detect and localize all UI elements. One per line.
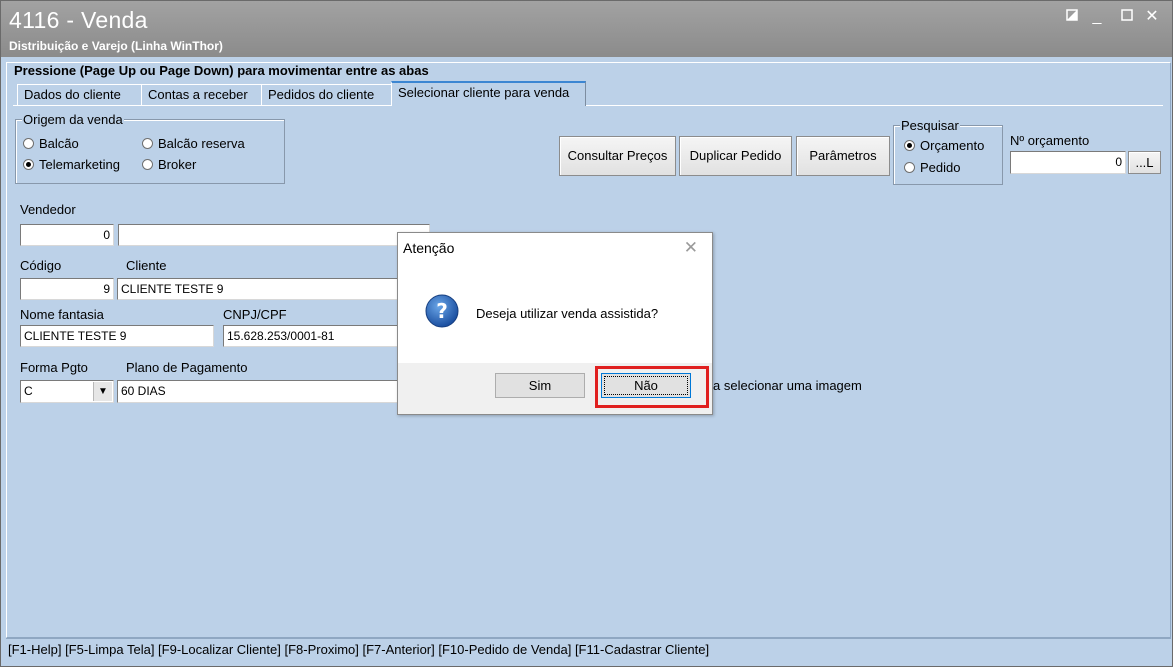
parametros-button[interactable]: Parâmetros xyxy=(796,136,890,176)
close-icon[interactable]: ✕ xyxy=(684,238,698,258)
tab-label: Selecionar cliente para venda xyxy=(398,85,570,100)
forma-pgto-select[interactable]: C ▼ xyxy=(20,380,114,403)
app-subtitle: Distribuição e Varejo (Linha WinThor) xyxy=(9,39,223,53)
codigo-label: Código xyxy=(20,258,62,273)
vendedor-name-input[interactable] xyxy=(118,224,430,246)
radio-label: Balcão xyxy=(39,136,79,151)
question-icon: ? xyxy=(425,294,459,328)
app-title: 4116 - Venda xyxy=(9,7,148,33)
tab-contas-receber[interactable]: Contas a receber xyxy=(141,84,267,105)
orcamento-label: Nº orçamento xyxy=(1010,133,1090,148)
origem-venda-group: Origem da venda Balcão Balcão reserva Te… xyxy=(15,112,285,184)
duplicar-pedido-button[interactable]: Duplicar Pedido xyxy=(679,136,792,176)
radio-pedido[interactable]: Pedido xyxy=(904,160,960,175)
radio-label: Broker xyxy=(158,157,197,172)
vendedor-code-input[interactable]: 0 xyxy=(20,224,114,246)
pesquisar-label: Pesquisar xyxy=(900,118,960,133)
cliente-label: Cliente xyxy=(126,258,167,273)
nome-fantasia-input[interactable]: CLIENTE TESTE 9 xyxy=(20,325,214,347)
forma-pgto-label: Forma Pgto xyxy=(20,360,88,375)
radio-dot xyxy=(142,138,153,149)
cliente-input[interactable]: CLIENTE TESTE 9 xyxy=(117,278,399,300)
nome-fantasia-label: Nome fantasia xyxy=(20,307,104,322)
orcamento-input[interactable]: 0 xyxy=(1010,151,1126,174)
image-hint-text: a selecionar uma imagem xyxy=(713,378,862,393)
radio-dot xyxy=(142,159,153,170)
radio-dot xyxy=(904,140,915,151)
vendedor-label: Vendedor xyxy=(20,202,76,217)
restore-icon[interactable] xyxy=(1061,7,1083,27)
tab-label: Contas a receber xyxy=(148,87,248,102)
tab-panel-border xyxy=(13,105,1163,106)
forma-pgto-value: C xyxy=(24,384,33,398)
cnpj-input[interactable]: 15.628.253/0001-81 xyxy=(223,325,399,347)
cnpj-label: CNPJ/CPF xyxy=(223,307,287,322)
dialog-title: Atenção xyxy=(403,240,455,256)
tab-strip: Dados do cliente Contas a receber Pedido… xyxy=(13,81,1163,106)
radio-label: Telemarketing xyxy=(39,157,120,172)
dialog-message: Deseja utilizar venda assistida? xyxy=(476,306,659,321)
highlight-box xyxy=(595,366,709,408)
radio-orcamento[interactable]: Orçamento xyxy=(904,138,984,153)
close-icon[interactable]: ✕ xyxy=(1141,7,1163,27)
consultar-precos-button[interactable]: Consultar Preços xyxy=(559,136,676,176)
tab-pedidos-cliente[interactable]: Pedidos do cliente xyxy=(261,84,397,105)
orcamento-lookup-button[interactable]: ...L xyxy=(1128,151,1161,174)
origem-venda-label: Origem da venda xyxy=(22,112,124,127)
pesquisar-group: Pesquisar Orçamento Pedido xyxy=(893,118,1003,185)
radio-balcao[interactable]: Balcão xyxy=(23,136,79,151)
title-bar[interactable]: 4116 - Venda Distribuição e Varejo (Linh… xyxy=(1,1,1172,57)
radio-label: Orçamento xyxy=(920,138,985,153)
radio-label: Pedido xyxy=(920,160,961,175)
radio-telemarketing[interactable]: Telemarketing xyxy=(23,157,120,172)
radio-broker[interactable]: Broker xyxy=(142,157,196,172)
radio-dot xyxy=(23,138,34,149)
minimize-icon[interactable]: _ xyxy=(1086,7,1108,27)
radio-dot xyxy=(23,159,34,170)
radio-balcao-reserva[interactable]: Balcão reserva xyxy=(142,136,245,151)
tab-selecionar-cliente[interactable]: Selecionar cliente para venda xyxy=(391,81,586,106)
plano-pagamento-label: Plano de Pagamento xyxy=(126,360,248,375)
tab-dados-cliente[interactable]: Dados do cliente xyxy=(17,84,147,105)
sim-button[interactable]: Sim xyxy=(495,373,585,398)
svg-text:?: ? xyxy=(436,299,448,323)
radio-dot xyxy=(904,162,915,173)
codigo-input[interactable]: 9 xyxy=(20,278,114,300)
status-bar: [F1-Help] [F5-Limpa Tela] [F9-Localizar … xyxy=(6,638,1171,661)
maximize-icon[interactable] xyxy=(1116,7,1138,27)
tabs-hint: Pressione (Page Up ou Page Down) para mo… xyxy=(14,63,429,78)
plano-pagamento-input[interactable]: 60 DIAS xyxy=(117,380,399,403)
tab-label: Pedidos do cliente xyxy=(268,87,375,102)
radio-label: Balcão reserva xyxy=(158,136,245,151)
tab-label: Dados do cliente xyxy=(24,87,121,102)
chevron-down-icon[interactable]: ▼ xyxy=(93,382,112,401)
